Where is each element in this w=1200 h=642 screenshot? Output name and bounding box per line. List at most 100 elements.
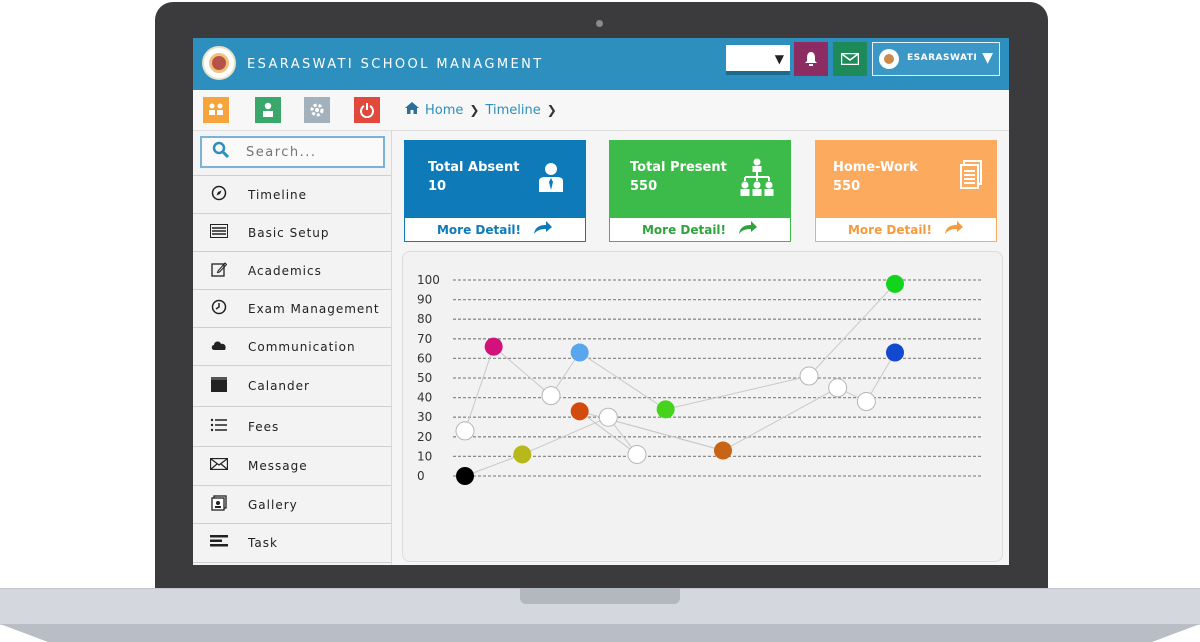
more-detail-link[interactable]: More Detail!: [815, 218, 997, 242]
school-logo: [202, 46, 236, 80]
timeline-chart: 0 10 20 30 40 50 60 70 80 90 100: [417, 273, 981, 485]
envelope-icon: [209, 457, 229, 474]
data-point[interactable]: [799, 366, 819, 386]
y-tick-label: 70: [417, 332, 432, 346]
toolbar: Home ❯ Timeline ❯: [193, 90, 1009, 131]
sidebar-item-label: Calander: [248, 379, 310, 393]
chevron-right-icon: ❯: [546, 103, 557, 117]
settings-button[interactable]: [304, 97, 330, 123]
logout-button[interactable]: [354, 97, 380, 123]
data-point[interactable]: [598, 407, 618, 427]
data-point[interactable]: [484, 337, 503, 356]
user-menu-button[interactable]: ESARASWATI ▼: [872, 42, 1000, 76]
series-line: [464, 283, 896, 432]
search-icon: [212, 141, 230, 164]
data-point[interactable]: [513, 445, 532, 464]
sidebar-item-communication[interactable]: Communication: [193, 327, 391, 365]
forward-arrow-icon: [533, 220, 553, 239]
card-value: 10: [428, 179, 447, 194]
sidebar-item-message[interactable]: Message: [193, 446, 391, 485]
laptop-notch: [520, 588, 680, 604]
sidebar-item-label: Fees: [248, 419, 280, 434]
avatar: [879, 49, 899, 69]
card-title: Total Absent: [428, 160, 520, 175]
card-value: 550: [630, 179, 658, 194]
edit-icon: [209, 261, 229, 281]
sidebar-item-label: Timeline: [248, 187, 308, 202]
user-name: ESARASWATI: [907, 53, 978, 63]
data-point[interactable]: [828, 378, 848, 398]
messages-button[interactable]: [833, 42, 867, 76]
task-icon: [209, 535, 229, 551]
chevron-down-icon: ▼: [982, 50, 993, 66]
notifications-button[interactable]: [794, 42, 828, 76]
y-tick-label: 90: [417, 293, 432, 307]
y-tick-label: 50: [417, 371, 432, 385]
timeline-chart-panel: 0 10 20 30 40 50 60 70 80 90 100: [402, 251, 1003, 562]
user-icon: [538, 162, 564, 198]
users-button[interactable]: [203, 97, 229, 123]
more-detail-link[interactable]: More Detail!: [404, 218, 586, 242]
sidebar-item-exam-management[interactable]: Exam Management: [193, 289, 391, 327]
total-present-card: Total Present 550 More Detail!: [609, 140, 791, 242]
sidebar-item-task[interactable]: Task: [193, 523, 391, 563]
breadcrumb-home[interactable]: Home: [425, 103, 463, 118]
y-tick-label: 30: [417, 410, 432, 424]
y-tick-label: 10: [417, 449, 432, 463]
y-tick-label: 60: [417, 351, 432, 365]
card-title: Home-Work: [833, 160, 918, 175]
sidebar-item-fees[interactable]: Fees: [193, 406, 391, 446]
calendar-icon: [209, 376, 229, 396]
power-icon: [360, 103, 374, 118]
sidebar-item-label: Exam Management: [248, 301, 380, 316]
total-absent-card: Total Absent 10 More Detail!: [404, 140, 586, 242]
document-icon: [959, 160, 983, 196]
home-work-card: Home-Work 550 More Detail!: [815, 140, 997, 242]
data-point[interactable]: [541, 386, 561, 406]
forward-arrow-icon: [944, 220, 964, 239]
sidebar-item-label: Task: [248, 536, 278, 550]
sidebar-item-label: Basic Setup: [248, 225, 330, 240]
cloud-icon: [209, 339, 229, 355]
sidebar-item-calander[interactable]: Calander: [193, 365, 391, 406]
sidebar: Timeline Basic Setup Academics Exam Mana…: [193, 131, 392, 565]
y-tick-label: 80: [417, 312, 432, 326]
camera-dot: [596, 20, 603, 27]
search-box[interactable]: [200, 136, 385, 168]
sidebar-item-label: Message: [248, 459, 308, 473]
data-point[interactable]: [886, 274, 904, 293]
sidebar-item-label: Academics: [248, 263, 322, 278]
data-point[interactable]: [856, 392, 876, 412]
card-value: 550: [833, 179, 861, 194]
y-tick-label: 100: [417, 273, 440, 287]
mail-icon: [841, 53, 859, 65]
data-point[interactable]: [714, 441, 732, 460]
more-detail-label: More Detail!: [641, 222, 727, 237]
sidebar-item-gallery[interactable]: Gallery: [193, 485, 391, 523]
data-point[interactable]: [456, 467, 474, 485]
list-icon: [209, 223, 229, 242]
chevron-right-icon: ❯: [469, 103, 480, 117]
bullet-list-icon: [209, 418, 229, 436]
search-input[interactable]: [244, 143, 368, 161]
data-point[interactable]: [656, 400, 675, 419]
card-title: Total Present: [630, 160, 727, 175]
sidebar-item-basic-setup[interactable]: Basic Setup: [193, 213, 391, 251]
data-point[interactable]: [886, 343, 904, 362]
sidebar-item-timeline[interactable]: Timeline: [193, 175, 391, 213]
compass-icon: [209, 185, 229, 205]
data-point[interactable]: [627, 444, 647, 464]
users-icon: [209, 103, 223, 115]
top-select-dropdown[interactable]: ▼: [726, 45, 790, 75]
data-point[interactable]: [570, 402, 589, 421]
clock-icon: [209, 299, 229, 319]
more-detail-link[interactable]: More Detail!: [609, 218, 791, 242]
breadcrumb: Home ❯ Timeline ❯: [405, 102, 557, 118]
data-point[interactable]: [570, 343, 589, 362]
forward-arrow-icon: [738, 220, 758, 239]
user-icon: [263, 102, 273, 117]
sidebar-item-academics[interactable]: Academics: [193, 251, 391, 289]
data-point[interactable]: [455, 421, 475, 441]
breadcrumb-timeline[interactable]: Timeline: [485, 103, 540, 118]
profile-button[interactable]: [255, 97, 281, 123]
